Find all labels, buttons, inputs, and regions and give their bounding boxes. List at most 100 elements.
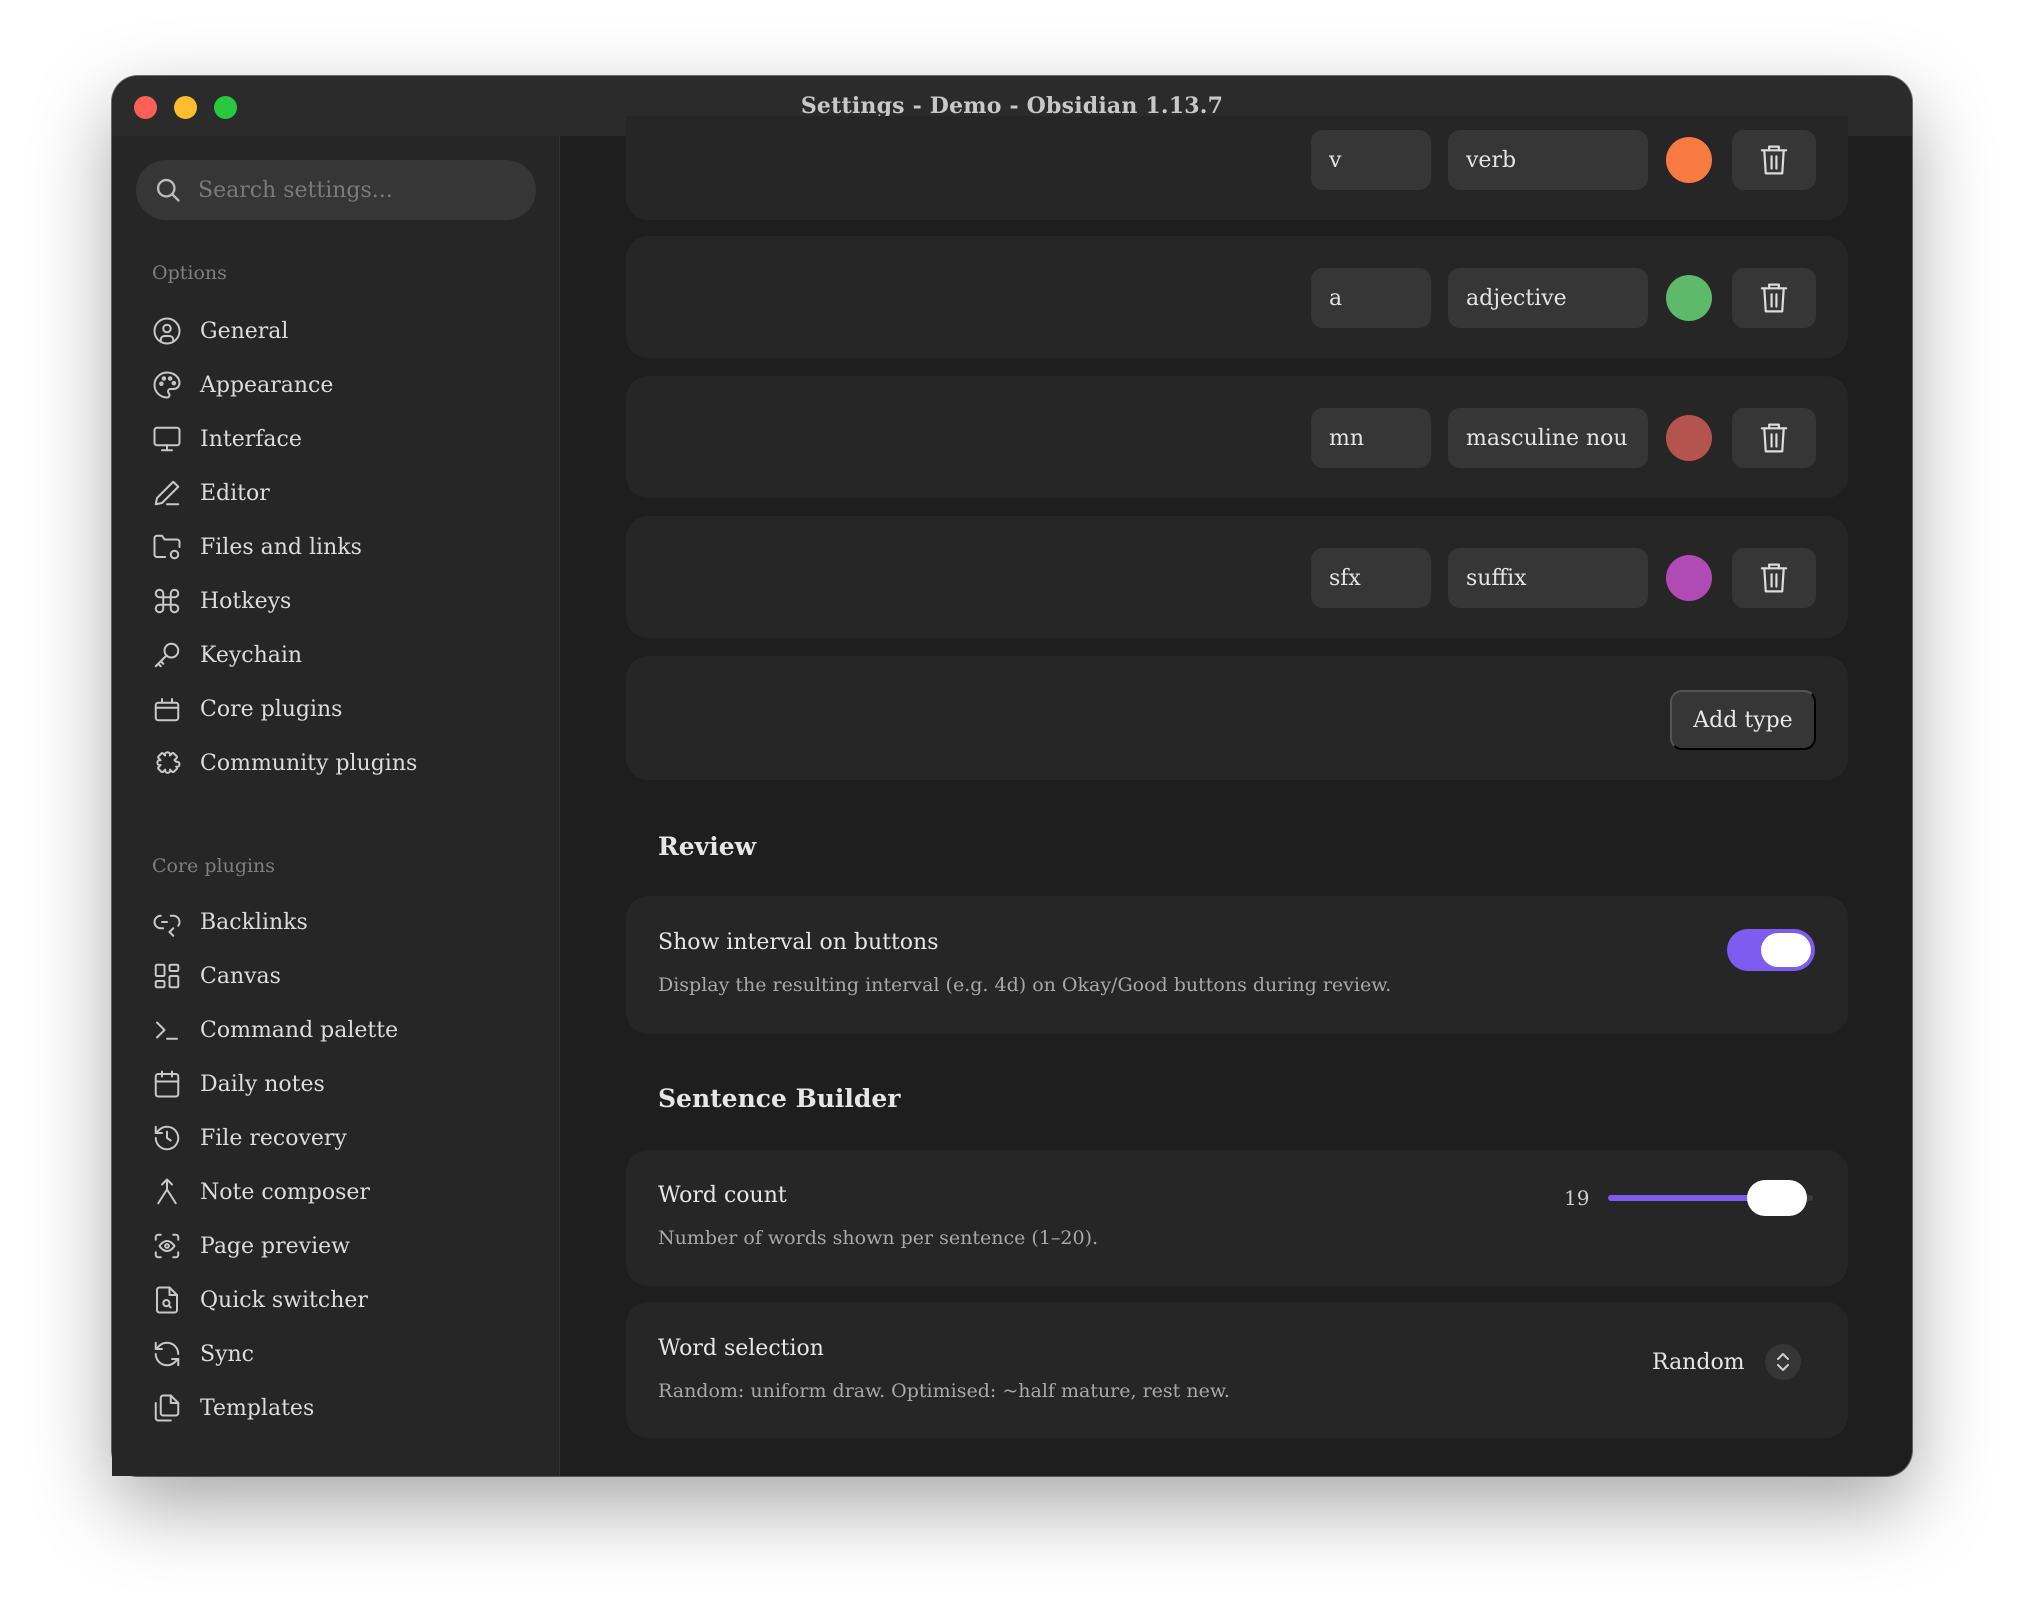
sidebar-item-label: File recovery — [200, 1125, 347, 1151]
word-selection-dropdown[interactable]: Random — [1652, 1344, 1801, 1380]
word-type-row — [626, 236, 1848, 358]
sidebar-item-label: Page preview — [200, 1233, 350, 1259]
show-interval-setting — [626, 896, 1848, 1034]
sidebar-item-label: Core plugins — [200, 696, 343, 722]
sidebar-item-templates[interactable]: Templates — [152, 1381, 532, 1435]
sidebar-item-page-preview[interactable]: Page preview — [152, 1219, 532, 1273]
sidebar-item-label: Quick switcher — [200, 1287, 368, 1313]
word-count-value: 19 — [1564, 1186, 1590, 1210]
dropdown-selected-value: Random — [1652, 1349, 1745, 1375]
add-type-button[interactable]: Add type — [1670, 690, 1816, 750]
sidebar-item-canvas[interactable]: Canvas — [152, 949, 532, 1003]
type-abbr-input[interactable] — [1311, 548, 1431, 608]
word-selection-desc: Random: uniform draw. Optimised: ~half m… — [658, 1380, 1230, 1402]
search-settings[interactable] — [136, 160, 536, 220]
command-icon — [154, 588, 180, 614]
type-name-input[interactable] — [1448, 268, 1648, 328]
backlink-icon — [153, 914, 181, 937]
core-plugins-nav: Backlinks Canvas Command palette Daily n… — [152, 895, 532, 1435]
sidebar-item-label: Templates — [200, 1395, 315, 1421]
search-input[interactable] — [198, 177, 518, 203]
pencil-icon — [154, 480, 180, 506]
sidebar-item-label: Interface — [200, 426, 302, 452]
trash-icon — [1760, 283, 1788, 313]
review-heading: Review — [658, 832, 757, 861]
delete-type-button[interactable] — [1732, 408, 1816, 468]
sidebar-item-label: Daily notes — [200, 1071, 325, 1097]
sidebar-item-label: Appearance — [200, 372, 334, 398]
sidebar-item-label: Backlinks — [200, 909, 308, 935]
type-abbr-input[interactable] — [1311, 268, 1431, 328]
sentence-builder-heading: Sentence Builder — [658, 1084, 901, 1113]
sidebar-item-quick-switcher[interactable]: Quick switcher — [152, 1273, 532, 1327]
sidebar-item-daily-notes[interactable]: Daily notes — [152, 1057, 532, 1111]
sidebar-item-backlinks[interactable]: Backlinks — [152, 895, 532, 949]
traffic-lights — [134, 96, 237, 119]
slider-thumb[interactable] — [1747, 1180, 1807, 1216]
refresh-icon — [154, 1341, 180, 1367]
trash-icon — [1760, 423, 1788, 453]
options-section-label: Options — [152, 262, 227, 284]
sidebar-item-editor[interactable]: Editor — [152, 466, 532, 520]
type-name-input[interactable] — [1448, 130, 1648, 190]
toggle-knob — [1761, 933, 1811, 967]
show-interval-toggle[interactable] — [1727, 929, 1815, 971]
sidebar-item-core-plugins[interactable]: Core plugins — [152, 682, 532, 736]
files-icon — [154, 1394, 180, 1422]
type-name-input[interactable] — [1448, 408, 1648, 468]
calendar-icon — [154, 1070, 180, 1098]
core-plugins-section-label: Core plugins — [152, 855, 276, 877]
sidebar-item-label: Canvas — [200, 963, 281, 989]
sidebar-item-label: Sync — [200, 1341, 254, 1367]
type-name-input[interactable] — [1448, 548, 1648, 608]
word-type-row — [626, 376, 1848, 498]
type-color-swatch[interactable] — [1666, 275, 1712, 321]
sidebar-item-keychain[interactable]: Keychain — [152, 628, 532, 682]
sidebar-item-label: Community plugins — [200, 750, 418, 776]
sidebar-item-label: Hotkeys — [200, 588, 292, 614]
options-nav: General Appearance Interface Editor File… — [152, 304, 532, 790]
zoom-window-button[interactable] — [214, 96, 237, 119]
sidebar-item-label: Editor — [200, 480, 270, 506]
type-color-swatch[interactable] — [1666, 137, 1712, 183]
type-abbr-input[interactable] — [1311, 130, 1431, 190]
sidebar-item-interface[interactable]: Interface — [152, 412, 532, 466]
type-color-swatch[interactable] — [1666, 415, 1712, 461]
delete-type-button[interactable] — [1732, 130, 1816, 190]
sidebar-item-label: Note composer — [200, 1179, 370, 1205]
word-type-row — [626, 116, 1848, 220]
delete-type-button[interactable] — [1732, 548, 1816, 608]
close-window-button[interactable] — [134, 96, 157, 119]
sidebar-item-label: Keychain — [200, 642, 303, 668]
sidebar-item-note-composer[interactable]: Note composer — [152, 1165, 532, 1219]
sidebar-item-command-palette[interactable]: Command palette — [152, 1003, 532, 1057]
type-abbr-input[interactable] — [1311, 408, 1431, 468]
trash-icon — [1760, 145, 1788, 175]
puzzle-icon — [156, 751, 181, 774]
sidebar-item-label: Command palette — [200, 1017, 399, 1043]
sidebar-item-label: General — [200, 318, 289, 344]
terminal-icon — [156, 1021, 178, 1040]
sidebar-item-label: Files and links — [200, 534, 362, 560]
minimize-window-button[interactable] — [174, 96, 197, 119]
show-interval-desc: Display the resulting interval (e.g. 4d)… — [658, 974, 1392, 996]
sidebar-item-hotkeys[interactable]: Hotkeys — [152, 574, 532, 628]
type-color-swatch[interactable] — [1666, 555, 1712, 601]
plugin-box-icon — [154, 698, 180, 722]
delete-type-button[interactable] — [1732, 268, 1816, 328]
folder-cog-icon — [153, 534, 181, 560]
sidebar-item-general[interactable]: General — [152, 304, 532, 358]
word-count-desc: Number of words shown per sentence (1–20… — [658, 1227, 1099, 1249]
key-icon — [154, 642, 180, 668]
sidebar-item-sync[interactable]: Sync — [152, 1327, 532, 1381]
sidebar-item-community-plugins[interactable]: Community plugins — [152, 736, 532, 790]
add-type-row — [626, 656, 1848, 780]
sidebar-item-appearance[interactable]: Appearance — [152, 358, 532, 412]
sidebar-item-file-recovery[interactable]: File recovery — [152, 1111, 532, 1165]
word-selection-name: Word selection — [658, 1336, 824, 1361]
sidebar-item-files-and-links[interactable]: Files and links — [152, 520, 532, 574]
merge-icon — [157, 1178, 177, 1205]
chevron-up-down-icon — [1764, 1344, 1801, 1380]
trash-icon — [1760, 563, 1788, 593]
word-count-setting — [626, 1150, 1848, 1286]
